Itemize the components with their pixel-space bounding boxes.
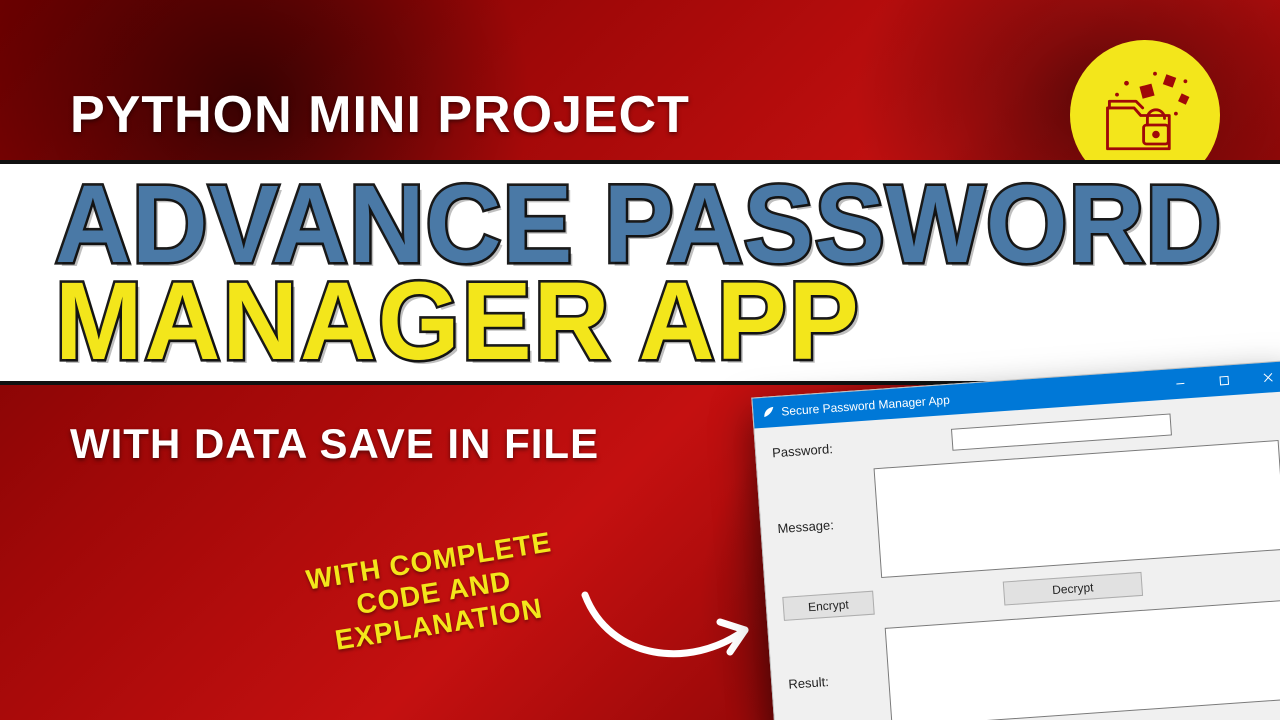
app-feather-icon <box>761 405 776 420</box>
result-textarea[interactable] <box>885 600 1280 720</box>
thumbnail-stage: PYTHON MINI PROJECT ADVANCE PA <box>0 0 1280 720</box>
close-button[interactable] <box>1245 361 1280 394</box>
title-line-2: MANAGER APP <box>55 270 1280 375</box>
window-title: Secure Password Manager App <box>781 393 950 419</box>
message-label: Message: <box>774 470 858 536</box>
maximize-icon <box>1219 375 1230 386</box>
encrypt-button[interactable]: Encrypt <box>782 591 874 621</box>
maximize-button[interactable] <box>1201 364 1247 397</box>
minimize-button[interactable] <box>1157 367 1203 400</box>
password-label: Password: <box>771 436 852 461</box>
pretitle: PYTHON MINI PROJECT <box>70 85 690 145</box>
callout-badge: WITH COMPLETE CODE AND EXPLANATION <box>304 526 564 660</box>
result-label: Result: <box>785 629 869 691</box>
password-input[interactable] <box>951 413 1172 450</box>
subtitle: WITH DATA SAVE IN FILE <box>70 420 599 468</box>
window-body: Password: Message: Encrypt Decrypt Resul… <box>754 391 1280 720</box>
decrypt-button[interactable]: Decrypt <box>1002 572 1143 606</box>
app-window-mock: Secure Password Manager App Password: Me… <box>751 360 1280 720</box>
message-textarea[interactable] <box>874 440 1280 578</box>
curved-arrow-icon <box>570 570 770 680</box>
close-icon <box>1263 372 1274 383</box>
minimize-icon <box>1175 378 1186 389</box>
title-band: ADVANCE PASSWORD MANAGER APP <box>0 160 1280 385</box>
folder-unlock-icon <box>1098 68 1193 163</box>
